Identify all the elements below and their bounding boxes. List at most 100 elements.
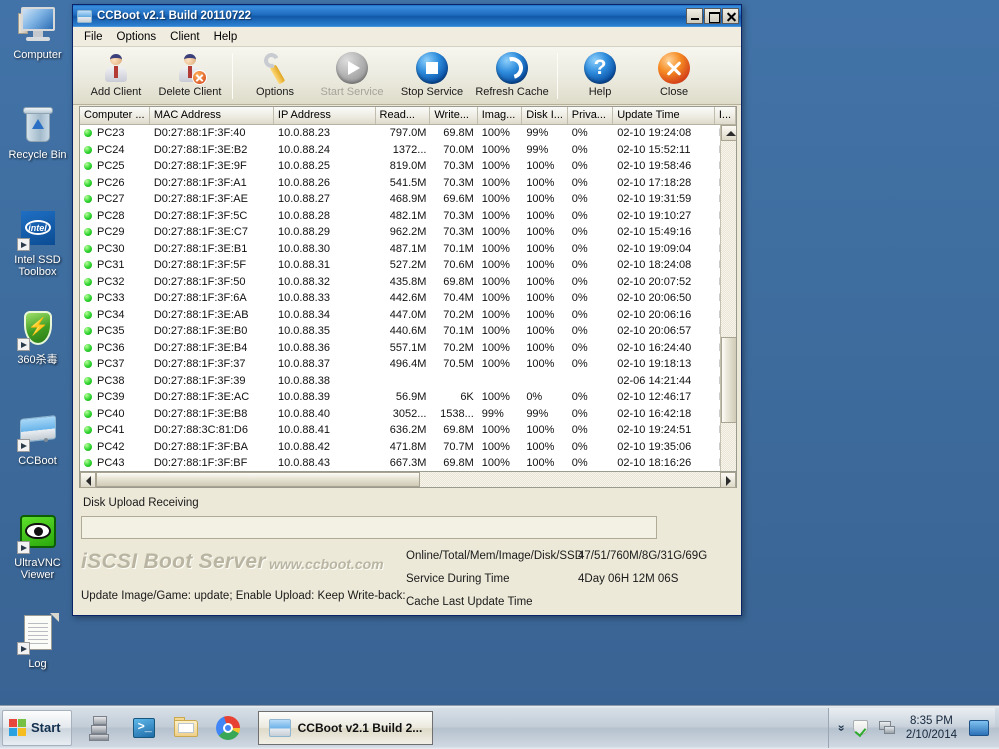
clock[interactable]: 8:35 PM 2/10/2014 xyxy=(904,714,959,742)
list-body[interactable]: PC23 D0:27:88:1F:3F:40 10.0.88.23 797.0M 69.… xyxy=(80,125,736,487)
start-button[interactable]: Start xyxy=(2,709,72,746)
menu-item-options[interactable]: Options xyxy=(110,29,164,45)
vertical-scroll-thumb[interactable] xyxy=(721,337,736,423)
table-row[interactable]: PC27 D0:27:88:1F:3F:AE 10.0.88.27 468.9M 69.… xyxy=(80,191,736,208)
table-row[interactable]: PC23 D0:27:88:1F:3F:40 10.0.88.23 797.0M 69.… xyxy=(80,125,736,142)
table-row[interactable]: PC25 D0:27:88:1F:3E:9F 10.0.88.25 819.0M 70.… xyxy=(80,158,736,175)
refresh-cache-button[interactable]: Refresh Cache xyxy=(472,50,552,99)
cell-computer-name: PC41 xyxy=(80,424,150,436)
network-icon[interactable] xyxy=(878,719,896,736)
column-header-ip-address[interactable]: IP Address xyxy=(273,107,376,124)
stop-service-button[interactable]: Stop Service xyxy=(392,50,472,99)
table-row[interactable]: PC39 D0:27:88:1F:3E:AC 10.0.88.39 56.9M 6K 10… xyxy=(80,389,736,406)
show-desktop-button[interactable] xyxy=(969,719,989,736)
table-row[interactable]: PC35 D0:27:88:1F:3E:B0 10.0.88.35 440.6M 70.… xyxy=(80,323,736,340)
desktop-icon-label: Computer xyxy=(13,49,62,61)
table-row[interactable]: PC33 D0:27:88:1F:3F:6A 10.0.88.33 442.6M 70.… xyxy=(80,290,736,307)
vertical-scrollbar[interactable] xyxy=(720,125,736,487)
desktop-icon-computer[interactable]: Computer xyxy=(0,4,75,61)
close-window-button[interactable] xyxy=(722,8,739,24)
cell-ip-address: 10.0.88.23 xyxy=(277,127,330,140)
cell-mac-address: D0:27:88:1F:3E:B2 xyxy=(153,143,248,156)
cell-image: 100% xyxy=(481,292,510,305)
cell-computer-name: PC32 xyxy=(80,276,150,288)
desktop-icon-recycle-bin[interactable]: Recycle Bin xyxy=(0,104,75,161)
computer-name-text: PC36 xyxy=(97,341,125,354)
table-row[interactable]: PC40 D0:27:88:1F:3E:B8 10.0.88.40 3052... 15… xyxy=(80,406,736,423)
column-header-mac-address[interactable]: MAC Address xyxy=(149,107,274,124)
info-key: Cache Last Update Time xyxy=(406,596,533,608)
table-row[interactable]: PC34 D0:27:88:1F:3E:AB 10.0.88.34 447.0M 70.… xyxy=(80,307,736,324)
file-explorer-icon[interactable] xyxy=(172,714,200,742)
column-header-read[interactable]: Read... xyxy=(375,107,431,124)
powershell-icon[interactable] xyxy=(130,714,158,742)
ccboot-website-link[interactable]: www.ccboot.com xyxy=(269,556,384,572)
column-header-disk-io[interactable]: Disk I... xyxy=(522,107,568,124)
horizontal-scrollbar[interactable] xyxy=(79,471,737,488)
menu-item-client[interactable]: Client xyxy=(163,29,206,45)
cell-ip-address: 10.0.88.25 xyxy=(277,160,330,173)
add-client-button[interactable]: Add Client xyxy=(79,50,153,99)
cell-read: 482.1M xyxy=(389,209,427,222)
desktop-icon-360-antivirus[interactable]: 360杀毒 xyxy=(0,309,75,366)
desktop-icon-intel-ssd-toolbox[interactable]: intel Intel SSD Toolbox xyxy=(0,209,75,278)
table-row[interactable]: PC29 D0:27:88:1F:3E:C7 10.0.88.29 962.2M 70.… xyxy=(80,224,736,241)
minimize-button[interactable] xyxy=(686,8,703,24)
close-button[interactable]: Close xyxy=(637,50,711,99)
cell-mac-address: D0:27:88:1F:3F:AE xyxy=(153,193,248,206)
column-header-image[interactable]: Imag... xyxy=(477,107,523,124)
chrome-icon[interactable] xyxy=(214,714,242,742)
client-list-view[interactable]: Computer ... MAC Address IP Address Read… xyxy=(79,106,737,488)
options-button[interactable]: Options xyxy=(238,50,312,99)
cell-read: 487.1M xyxy=(389,242,427,255)
desktop-icon-label: 360杀毒 xyxy=(17,354,58,366)
scroll-right-button[interactable] xyxy=(720,472,736,488)
table-row[interactable]: PC41 D0:27:88:3C:81:D6 10.0.88.41 636.2M 69.… xyxy=(80,422,736,439)
table-row[interactable]: PC24 D0:27:88:1F:3E:B2 10.0.88.24 1372... 70… xyxy=(80,142,736,159)
table-row[interactable]: PC42 D0:27:88:1F:3F:BA 10.0.88.42 471.8M 70.… xyxy=(80,439,736,456)
table-row[interactable]: PC32 D0:27:88:1F:3F:50 10.0.88.32 435.8M 69.… xyxy=(80,274,736,291)
cell-write: 70.2M xyxy=(443,308,474,321)
column-header-last[interactable]: I... xyxy=(714,107,736,124)
cell-update-time: 02-10 15:52:11 xyxy=(617,143,691,156)
help-button[interactable]: ? Help xyxy=(563,50,637,99)
cell-private: 0% xyxy=(571,242,588,255)
desktop-icon-log[interactable]: Log xyxy=(0,613,75,670)
table-row[interactable]: PC37 D0:27:88:1F:3F:37 10.0.88.37 496.4M 70.… xyxy=(80,356,736,373)
menu-item-file[interactable]: File xyxy=(77,29,110,45)
taskbar-button-ccboot[interactable]: CCBoot v2.1 Build 2... xyxy=(257,710,434,745)
window-titlebar[interactable]: CCBoot v2.1 Build 20110722 xyxy=(73,5,741,27)
maximize-button[interactable] xyxy=(704,8,721,24)
desktop-icon-ccboot[interactable]: CCBoot xyxy=(0,410,75,467)
table-row[interactable]: PC30 D0:27:88:1F:3E:B1 10.0.88.30 487.1M 70.… xyxy=(80,241,736,258)
server-manager-icon[interactable] xyxy=(88,714,116,742)
info-value: 47/51/760M/8G/31G/69G xyxy=(578,550,708,562)
table-row[interactable]: PC28 D0:27:88:1F:3F:5C 10.0.88.28 482.1M 70.… xyxy=(80,208,736,225)
scroll-left-button[interactable] xyxy=(80,472,96,488)
table-row[interactable]: PC26 D0:27:88:1F:3F:A1 10.0.88.26 541.5M 70.… xyxy=(80,175,736,192)
cell-disk-io: 100% xyxy=(526,259,555,272)
table-row[interactable]: PC38 D0:27:88:1F:3F:39 10.0.88.38 02-06 14:… xyxy=(80,373,736,390)
computer-name-text: PC25 xyxy=(97,160,125,173)
cell-write: 70.7M xyxy=(443,440,474,453)
desktop-icon-ultravnc-viewer[interactable]: UltraVNC Viewer xyxy=(0,512,75,581)
table-row[interactable]: PC36 D0:27:88:1F:3E:B4 10.0.88.36 557.1M 70.… xyxy=(80,340,736,357)
horizontal-scroll-thumb[interactable] xyxy=(96,472,420,487)
bottom-options-text: Update Image/Game: update; Enable Upload… xyxy=(81,590,406,602)
cell-update-time: 02-10 19:24:51 xyxy=(617,424,692,437)
menu-item-help[interactable]: Help xyxy=(207,29,245,45)
column-header-write[interactable]: Write... xyxy=(430,107,478,124)
scroll-up-button[interactable] xyxy=(721,125,736,141)
table-row[interactable]: PC43 D0:27:88:1F:3F:BF 10.0.88.43 667.3M 69.… xyxy=(80,455,736,472)
table-row[interactable]: PC31 D0:27:88:1F:3F:5F 10.0.88.31 527.2M 70.… xyxy=(80,257,736,274)
cell-mac-address: D0:27:88:1F:3E:B1 xyxy=(153,242,248,255)
cell-image: 100% xyxy=(481,424,510,437)
column-header-update-time[interactable]: Update Time xyxy=(613,107,715,124)
column-header-computer-name[interactable]: Computer ... xyxy=(80,107,150,124)
start-service-button[interactable]: Start Service xyxy=(312,50,392,99)
action-center-shield-icon[interactable] xyxy=(852,719,870,736)
delete-client-button[interactable]: Delete Client xyxy=(153,50,227,99)
show-hidden-icons-chevron-icon[interactable]: « xyxy=(833,724,847,731)
column-header-private[interactable]: Priva... xyxy=(567,107,614,124)
help-icon: ? xyxy=(584,52,616,84)
